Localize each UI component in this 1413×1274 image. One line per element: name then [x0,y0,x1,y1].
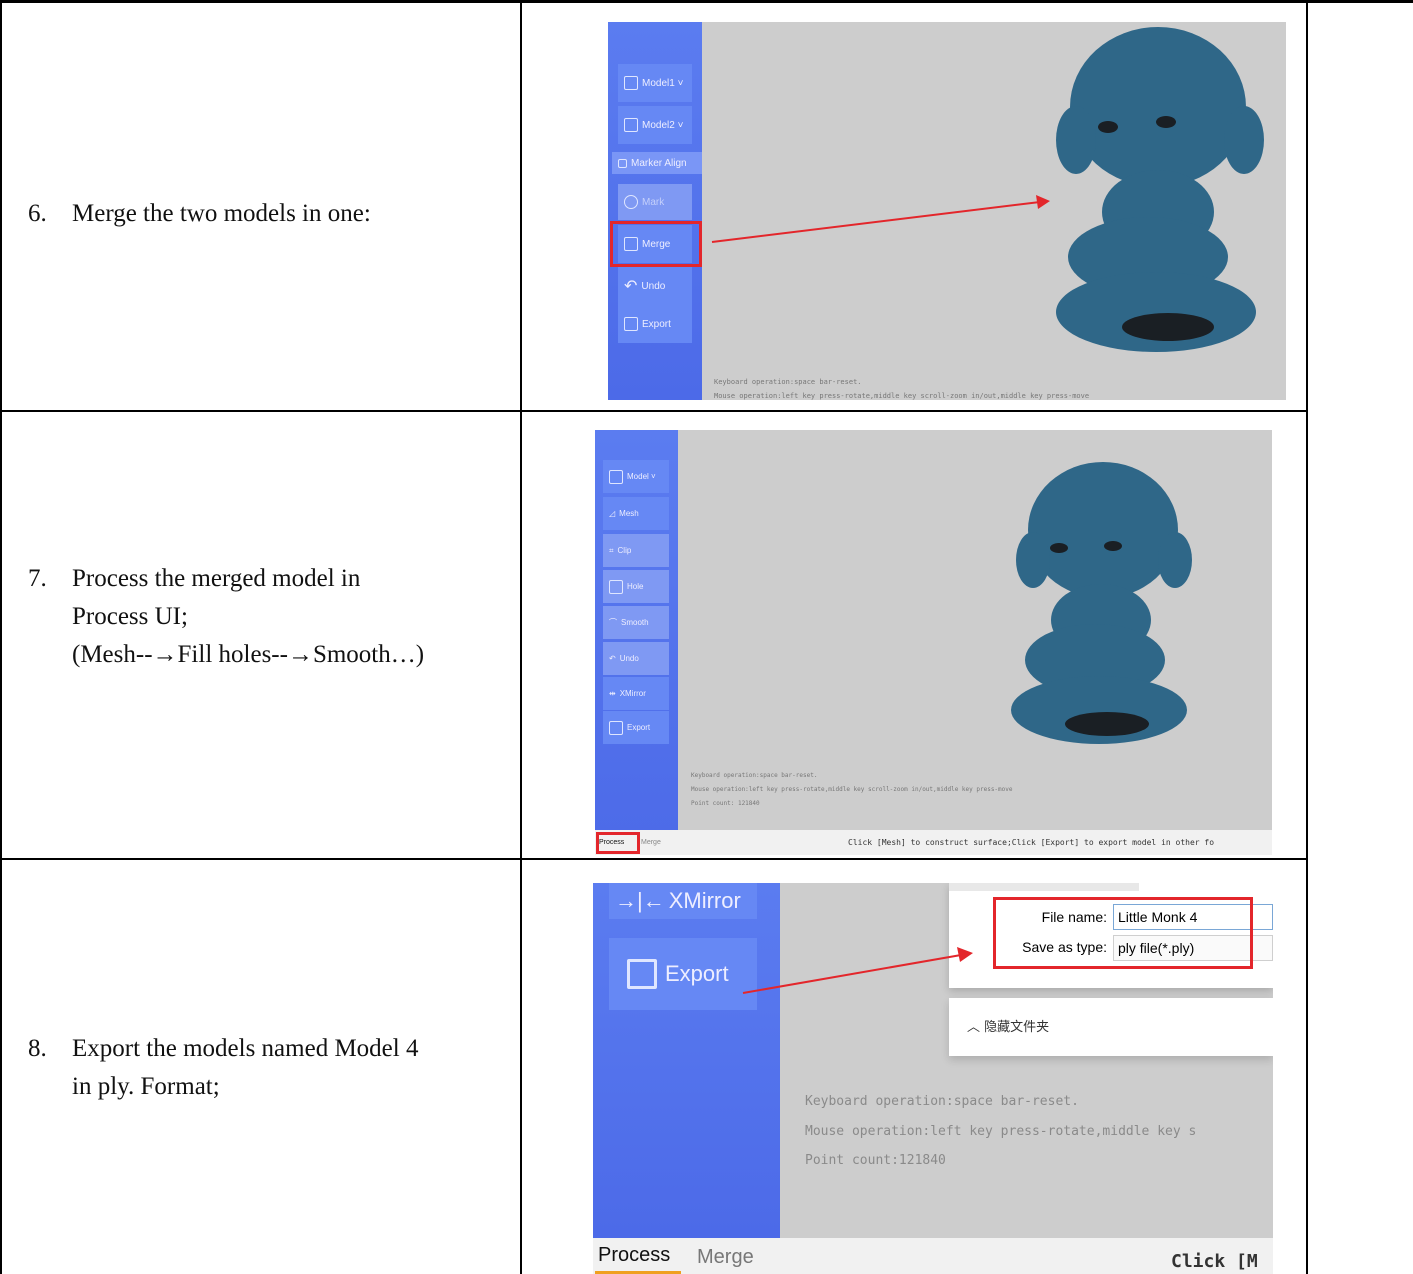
tab-process[interactable]: Process [598,1244,670,1267]
keyboard-hint: Keyboard operation:space bar-reset. [714,378,862,386]
step-number: 7. [28,565,47,592]
keyboard-hint: Keyboard operation:space bar-reset. [691,772,818,779]
hole-icon [609,579,623,594]
step-line: Process the merged model in [72,565,361,592]
table-left-border [0,0,2,1274]
step-number: 6. [28,200,47,227]
step-8-text: 8. Export the models named Model 4 in ply… [28,1030,418,1106]
bottom-tabs: Process Merge [593,1238,780,1274]
model-icon [609,469,623,484]
button-label: Smooth [621,618,649,627]
pointer-arrow [742,947,973,994]
button-label: Clip [617,546,632,555]
xmirror-button[interactable]: ⇹ XMirror [603,677,669,710]
button-label: Hole [627,582,644,591]
step-line: Merge the two models in one: [72,200,371,227]
status-text: Click [M [1171,1251,1258,1272]
smooth-icon: ⌒ [609,618,617,627]
undo-icon: ↶ [609,654,616,663]
step-line: Process UI; [72,603,188,630]
mesh-button[interactable]: ◿ Mesh [603,497,669,530]
keyboard-hint: Keyboard operation:space bar-reset. [805,1094,1079,1109]
table-top-border [0,0,1413,3]
step-6-text: 6. Merge the two models in one: [28,195,371,233]
export-button[interactable]: Export [603,711,669,744]
mouse-hint: Mouse operation:left key press-rotate,mi… [691,786,1013,793]
screenshot-merge: Model1 ˅ Model2 ˅ Marker Align Mark Merg… [608,22,1286,400]
process-tab-highlight [596,832,640,854]
button-label: Undo [619,654,639,663]
point-count: Point count:121840 [805,1153,946,1168]
smooth-button[interactable]: ⌒ Smooth [603,606,669,639]
row-divider-1 [0,410,1308,412]
step-line: Export the models named Model 4 [72,1035,419,1062]
point-count: Point count: 121840 [691,800,760,807]
screenshot-process: Model ˅ ◿ Mesh ⌗ Clip Hole ⌒ Smooth ↶ Undo ⇹… [595,430,1272,855]
button-label: Export [627,723,651,732]
clip-icon: ⌗ [609,545,614,555]
button-label: Model ˅ [627,472,656,481]
hole-button[interactable]: Hole [603,570,669,603]
screenshot-export: →|← XMirror Export File name: Little Monk… [593,883,1273,1274]
button-label: Mesh [619,509,639,518]
row-divider-2 [0,858,1308,860]
mouse-hint: Mouse operation:left key press-rotate,mi… [714,392,1090,400]
step-line: in ply. Format; [72,1073,220,1100]
tab-merge[interactable]: Merge [697,1246,754,1269]
table-right-border [1306,0,1308,1274]
status-bar: Click [Mesh] to construct surface;Click … [678,830,1272,855]
step-7-text: 7. Process the merged model in Process UI… [28,560,424,674]
mirror-icon: ⇹ [609,689,616,698]
button-label: XMirror [619,689,646,698]
step-line: (Mesh--→Fill holes--→Smooth…) [72,641,425,668]
clip-button[interactable]: ⌗ Clip [603,534,669,567]
step-number: 8. [28,1035,47,1062]
status-text: Click [Mesh] to construct surface;Click … [848,838,1215,847]
mouse-hint: Mouse operation:left key press-rotate,mi… [805,1124,1197,1139]
model-button[interactable]: Model ˅ [603,460,669,493]
undo-button[interactable]: ↶ Undo [603,642,669,675]
table-mid-border [520,0,522,1274]
mesh-icon: ◿ [609,509,616,518]
tab-merge[interactable]: Merge [641,830,661,855]
monk-model [1011,462,1192,744]
pointer-arrow [711,195,1050,243]
export-icon [609,720,623,735]
